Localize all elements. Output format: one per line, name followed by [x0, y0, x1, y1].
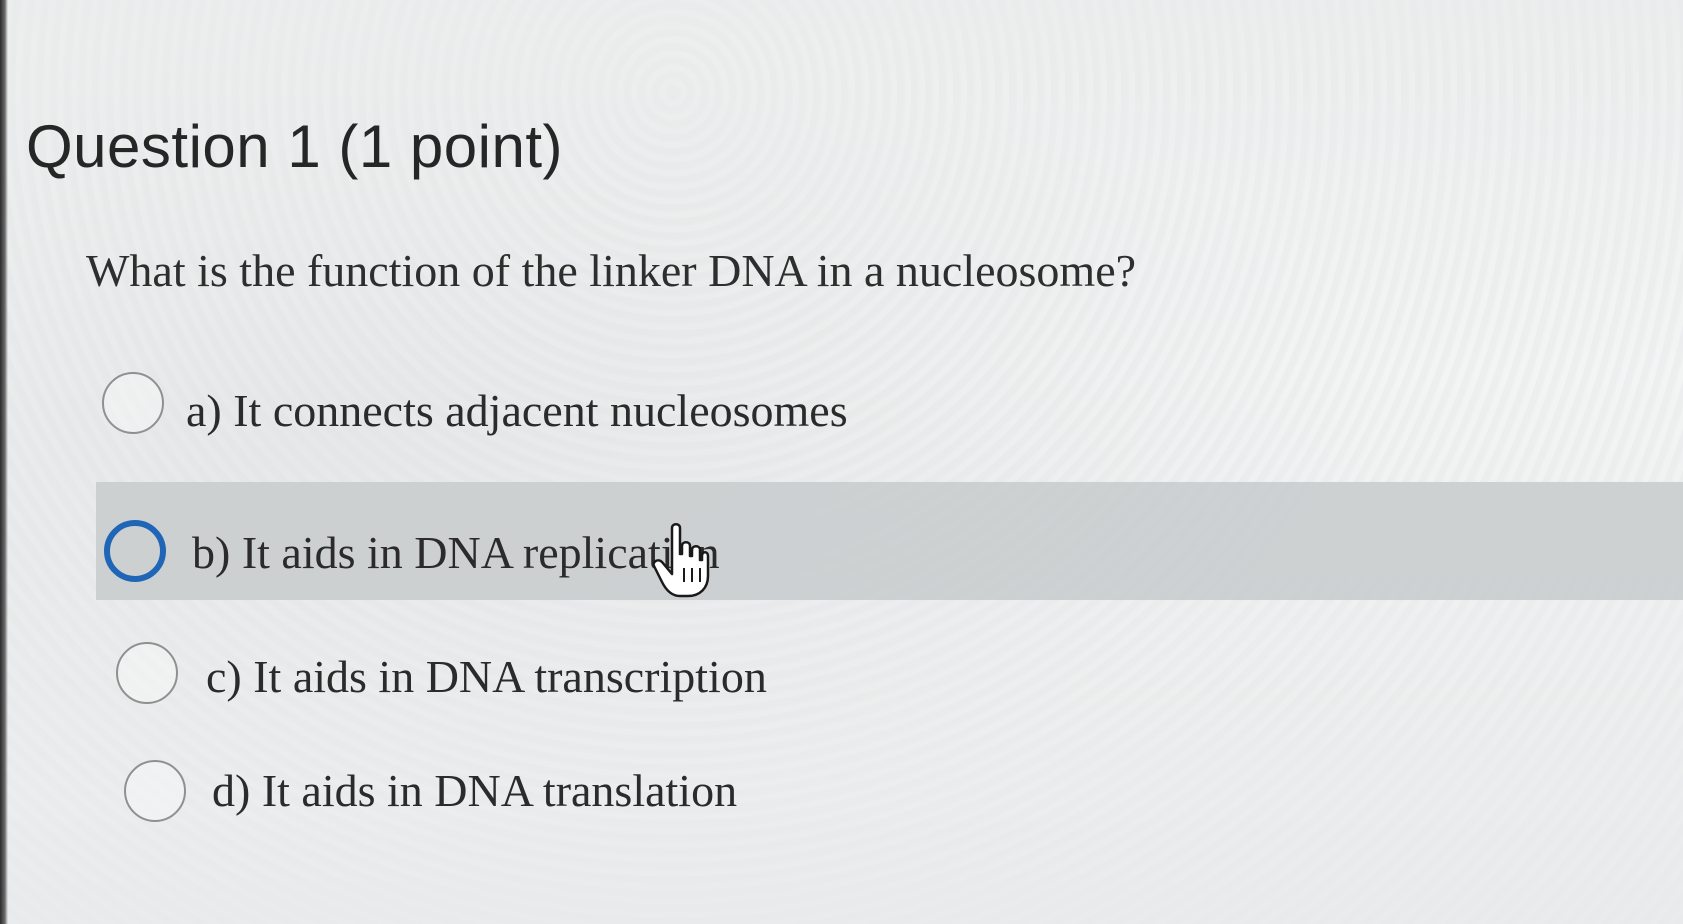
hand-pointer-icon [652, 523, 710, 598]
answer-label-a: a) It connects adjacent nucleosomes [186, 385, 848, 436]
answer-label-d: d) It aids in DNA translation [212, 765, 738, 816]
radio-button-a[interactable] [102, 372, 164, 434]
monitor-bezel-edge [0, 0, 8, 924]
question-prompt: What is the function of the linker DNA i… [86, 245, 1137, 296]
answer-option-b[interactable]: b) It aids in DNA replication [96, 482, 1683, 600]
answer-label-c: c) It aids in DNA transcription [206, 651, 767, 702]
radio-button-c[interactable] [116, 642, 178, 704]
radio-button-d[interactable] [124, 760, 186, 822]
answer-label-b: b) It aids in DNA replication [192, 527, 720, 578]
answer-option-c[interactable]: c) It aids in DNA transcription [96, 628, 1683, 746]
answer-option-d[interactable]: d) It aids in DNA translation [96, 750, 1683, 868]
answer-option-a[interactable]: a) It connects adjacent nucleosomes [96, 362, 1683, 480]
radio-button-b[interactable] [104, 520, 166, 582]
question-title: Question 1 (1 point) [26, 113, 563, 180]
